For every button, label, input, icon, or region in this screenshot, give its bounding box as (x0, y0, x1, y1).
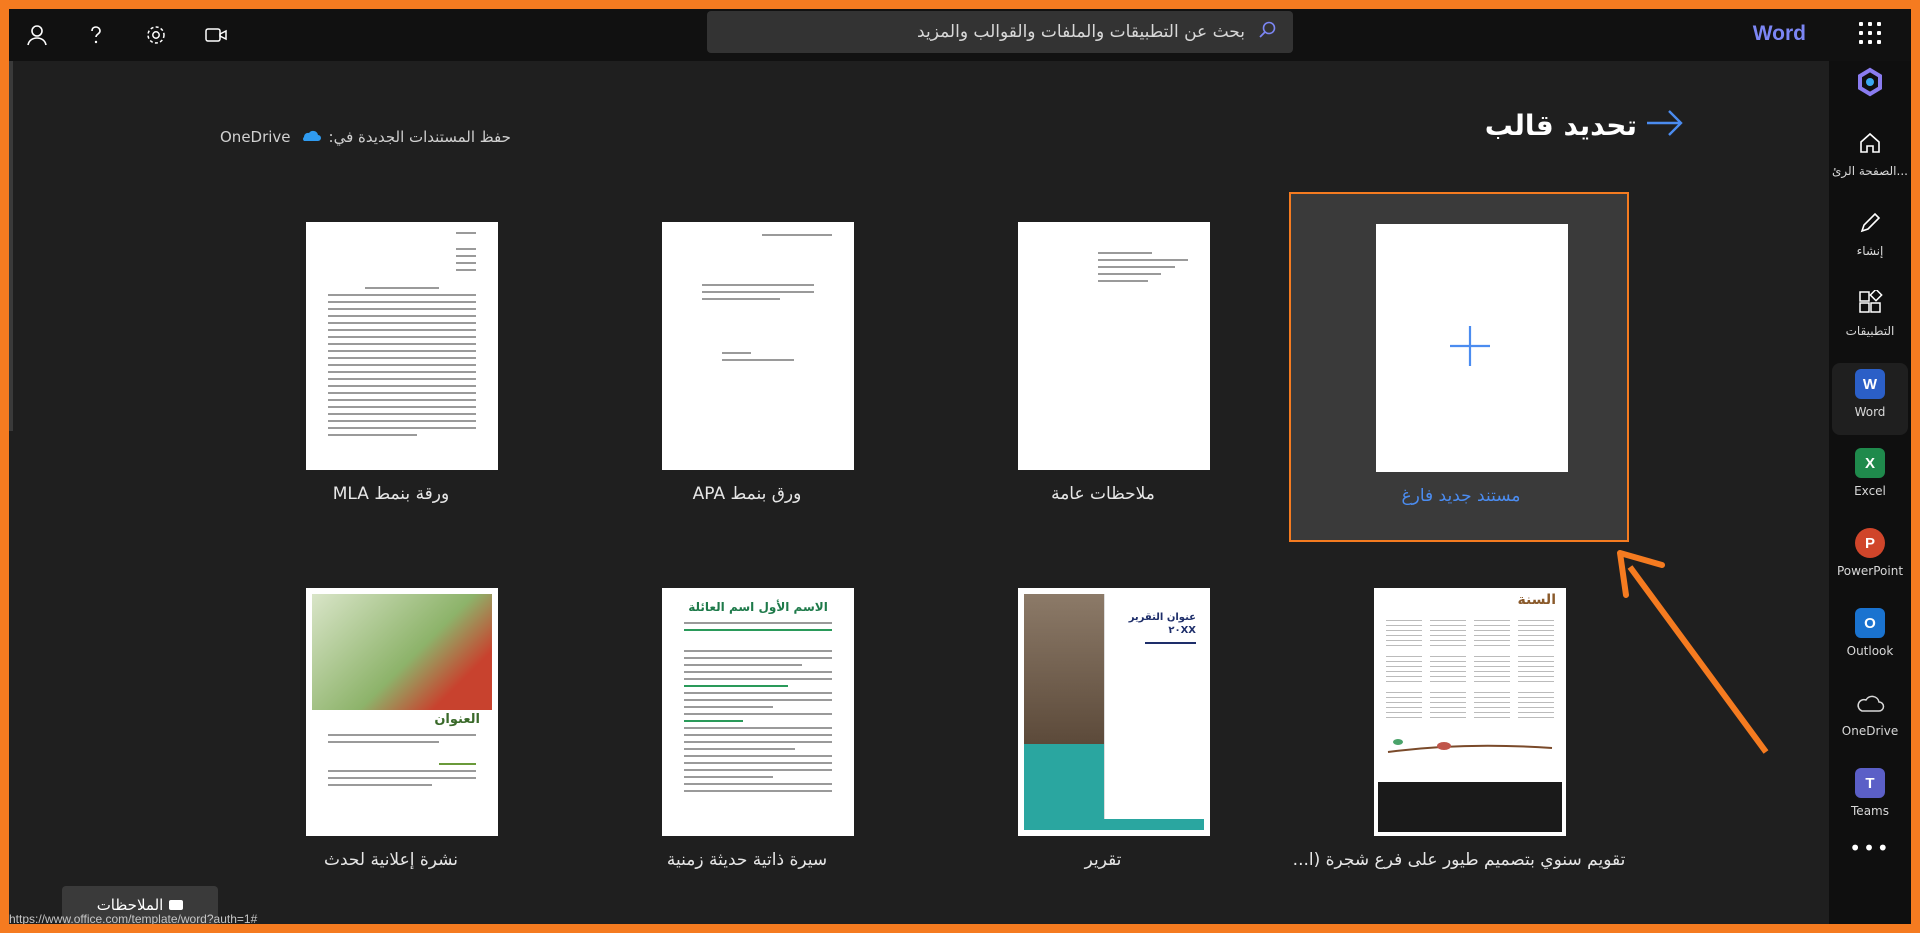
bird-branch-icon (1387, 739, 1553, 753)
excel-icon: X (1855, 448, 1885, 478)
rail-item-home[interactable]: الصفحة الرئ... (1829, 126, 1911, 192)
template-mla[interactable]: ورقة بنمط MLA (221, 192, 561, 542)
flyer-title-text: العنوان (434, 712, 480, 727)
template-resume[interactable]: الاسم الأول اسم العائلة سيرة ذاتية حديثة… (577, 558, 917, 908)
rail-item-excel[interactable]: X Excel (1829, 446, 1911, 512)
teams-icon: T (1855, 768, 1885, 798)
calendar-thumbnail[interactable]: السنة (1374, 588, 1566, 836)
template-label[interactable]: ورقة بنمط MLA (221, 484, 561, 504)
more-apps-icon[interactable]: ••• (1829, 836, 1911, 866)
rail-item-word[interactable]: W Word (1832, 363, 1908, 435)
template-flyer[interactable]: العنوان نشرة إعلانية لحدث (221, 558, 561, 908)
cloud-icon (1853, 686, 1887, 720)
report-panel: عنوان التقرير ٢٠XX (1104, 594, 1204, 819)
back-arrow-icon[interactable] (1645, 108, 1685, 142)
save-location-value[interactable]: OneDrive (220, 128, 291, 146)
app-rail: الصفحة الرئ... إنشاء التطبيقات W Word X … (1829, 61, 1911, 924)
powerpoint-icon: P (1855, 528, 1885, 558)
flyer-thumbnail[interactable]: العنوان (306, 588, 498, 836)
help-icon[interactable] (80, 19, 112, 51)
resume-name-text: الاسم الأول اسم العائلة (688, 600, 828, 614)
rail-item-create[interactable]: إنشاء (1829, 206, 1911, 272)
template-label[interactable]: ملاحظات عامة (933, 484, 1273, 504)
calendar-grid (1386, 616, 1554, 718)
template-blank[interactable]: مستند جديد فارغ (1289, 192, 1629, 542)
account-icon[interactable] (21, 19, 53, 51)
word-icon: W (1855, 369, 1885, 399)
page-header: تحديد قالب (1485, 108, 1685, 142)
home-icon (1853, 126, 1887, 160)
report-year-text: ٢٠XX (1168, 625, 1196, 636)
rail-item-powerpoint[interactable]: P PowerPoint (1829, 526, 1911, 592)
template-label[interactable]: ورق بنمط APA (577, 484, 917, 504)
notes-thumbnail[interactable] (1018, 222, 1210, 470)
template-label[interactable]: تقرير (933, 850, 1273, 870)
template-label[interactable]: سيرة ذاتية حديثة زمنية (577, 850, 917, 870)
pencil-icon (1853, 206, 1887, 240)
calendar-footer (1378, 782, 1562, 832)
status-url: https://www.office.com/template/word?aut… (9, 912, 258, 926)
outlook-icon: O (1855, 608, 1885, 638)
template-label[interactable]: مستند جديد فارغ (1291, 486, 1631, 506)
search-box[interactable]: بحث عن التطبيقات والملفات والقوالب والمز… (707, 11, 1293, 53)
save-location: حفظ المستندات الجديدة في: OneDrive (220, 128, 511, 146)
scroll-strip (9, 61, 13, 431)
onedrive-icon (299, 128, 321, 146)
save-label: حفظ المستندات الجديدة في: (328, 128, 511, 146)
template-calendar[interactable]: السنة تقويم سنوي بتصميم طيور على فرع شجر… (1289, 558, 1629, 908)
rail-item-onedrive[interactable]: OneDrive (1829, 686, 1911, 752)
copilot-icon[interactable] (1829, 65, 1911, 99)
mla-thumbnail[interactable] (306, 222, 498, 470)
apa-thumbnail[interactable] (662, 222, 854, 470)
video-icon[interactable] (200, 19, 232, 51)
rail-item-apps[interactable]: التطبيقات (1829, 286, 1911, 352)
rail-item-outlook[interactable]: O Outlook (1829, 606, 1911, 672)
calendar-year-label: السنة (1517, 592, 1556, 608)
template-apa[interactable]: ورق بنمط APA (577, 192, 917, 542)
blank-thumbnail[interactable] (1376, 224, 1568, 472)
search-input[interactable]: بحث عن التطبيقات والملفات والقوالب والمز… (917, 22, 1245, 42)
page-title: تحديد قالب (1484, 108, 1637, 142)
annotation-arrow-icon (1617, 550, 1769, 754)
report-photo (1024, 594, 1104, 744)
feedback-icon (169, 900, 184, 910)
template-label[interactable]: تقويم سنوي بتصميم طيور على فرع شجرة (ا..… (1289, 850, 1629, 870)
rail-item-teams[interactable]: T Teams (1829, 766, 1911, 832)
app-launcher-icon[interactable] (1859, 22, 1881, 44)
search-icon[interactable] (1257, 20, 1277, 44)
resume-thumbnail[interactable]: الاسم الأول اسم العائلة (662, 588, 854, 836)
app-brand[interactable]: Word (1753, 22, 1806, 46)
template-report[interactable]: عنوان التقرير ٢٠XX تقرير (933, 558, 1273, 908)
top-bar: بحث عن التطبيقات والملفات والقوالب والمز… (9, 9, 1911, 61)
apps-icon (1853, 286, 1887, 320)
report-thumbnail[interactable]: عنوان التقرير ٢٠XX (1018, 588, 1210, 836)
template-notes[interactable]: ملاحظات عامة (933, 192, 1273, 542)
report-title-text: عنوان التقرير (1128, 612, 1196, 623)
flyer-photo (312, 594, 492, 710)
template-label[interactable]: نشرة إعلانية لحدث (221, 850, 561, 870)
settings-icon[interactable] (140, 19, 172, 51)
